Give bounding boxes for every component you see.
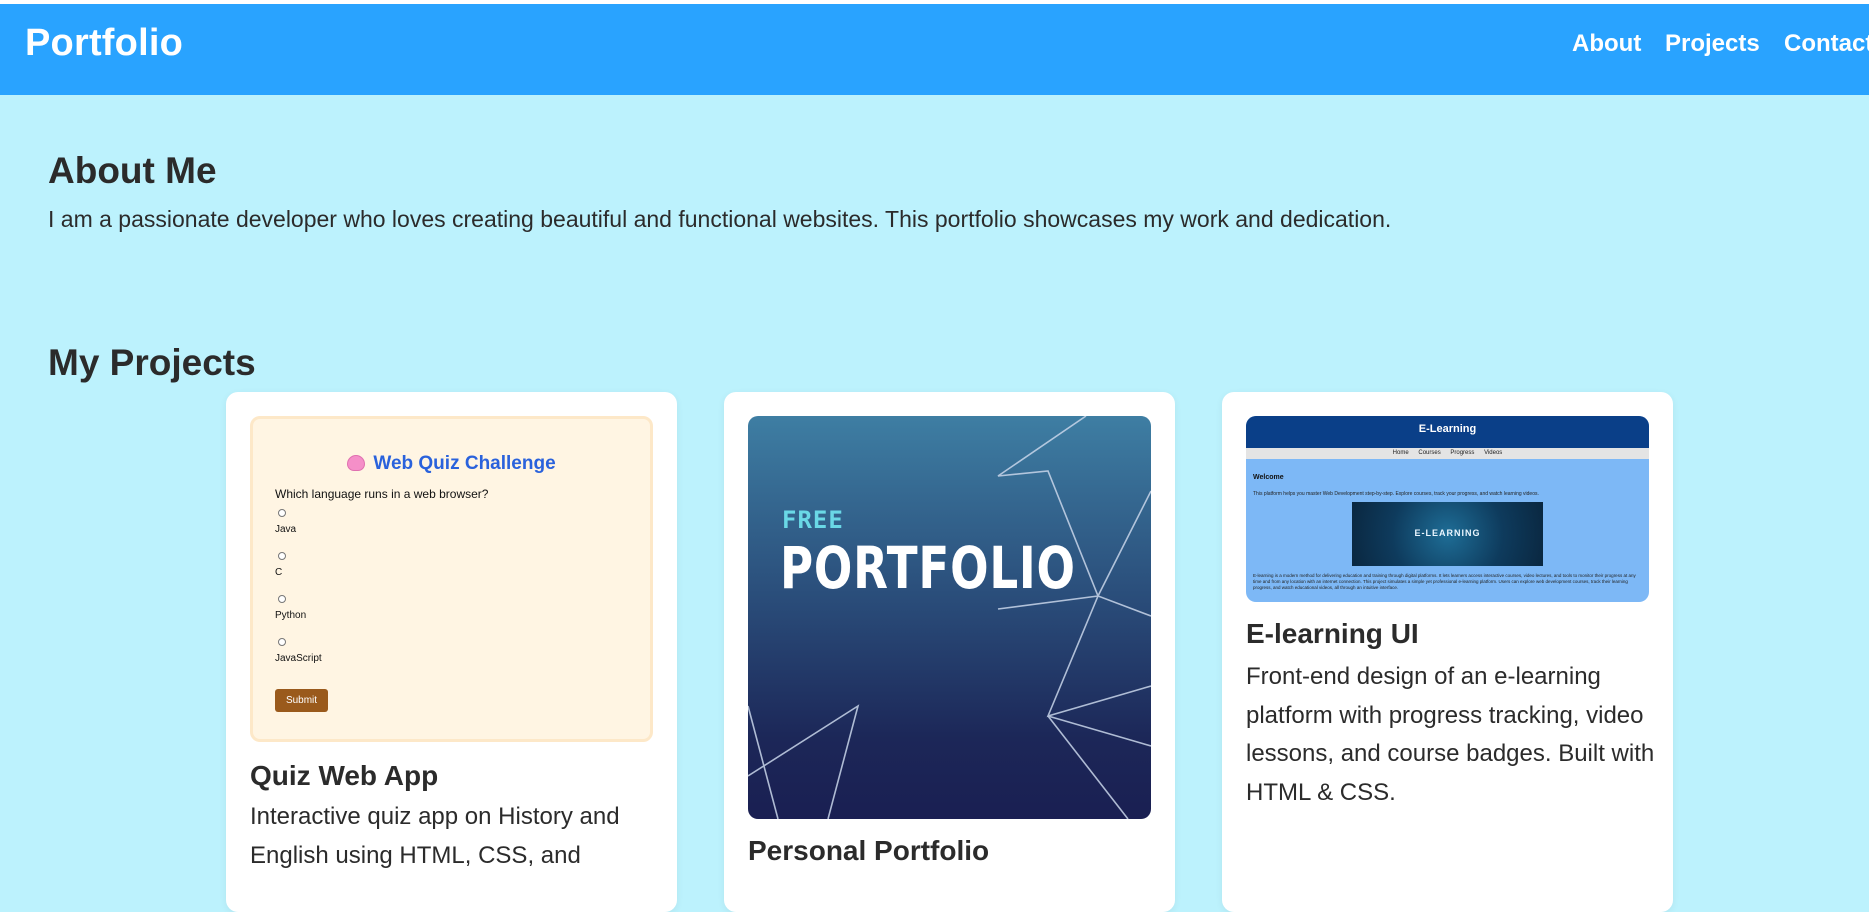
elearning-header: E-Learning — [1246, 416, 1649, 448]
project-card-portfolio[interactable]: FREE PORTFOLIO Personal Portfolio — [724, 392, 1175, 912]
elearning-thumbnail: E-Learning Home Courses Progress Videos … — [1246, 416, 1649, 602]
elearning-paragraph: E-learning is a modern method for delive… — [1253, 573, 1636, 590]
card-title: E-learning UI — [1246, 618, 1419, 649]
quiz-submit-button: Submit — [275, 689, 328, 712]
project-card-quiz[interactable]: Web Quiz Challenge Which language runs i… — [226, 392, 677, 912]
portfolio-free-text: FREE — [782, 506, 844, 534]
radio-icon — [278, 509, 286, 517]
card-title: Personal Portfolio — [748, 835, 990, 866]
about-text: I am a passionate developer who loves cr… — [48, 206, 1392, 232]
quiz-option-label: C — [275, 567, 283, 578]
nav-link-projects[interactable]: Projects — [1665, 30, 1760, 58]
card-title: Quiz Web App — [250, 760, 439, 791]
elearning-nav-item: Home — [1392, 450, 1409, 456]
quiz-heading-text: Web Quiz Challenge — [373, 453, 556, 474]
elearning-nav-item: Videos — [1484, 450, 1503, 456]
radio-icon — [278, 595, 286, 603]
projects-title: My Projects — [48, 342, 256, 383]
about-title: About Me — [48, 150, 217, 191]
radio-icon — [278, 552, 286, 560]
nav-link-contact[interactable]: Contact — [1784, 30, 1869, 58]
portfolio-thumbnail: FREE PORTFOLIO — [748, 416, 1151, 819]
quiz-thumbnail: Web Quiz Challenge Which language runs i… — [250, 416, 653, 742]
elearning-intro: This platform helps you master Web Devel… — [1253, 491, 1539, 497]
quiz-question: Which language runs in a web browser? — [275, 487, 489, 501]
brand-logo[interactable]: Portfolio — [25, 22, 183, 65]
elearning-header-title: E-Learning — [1418, 423, 1477, 435]
quiz-option: Python — [275, 595, 306, 621]
portfolio-big-text: PORTFOLIO — [780, 534, 1076, 602]
nav-link-about[interactable]: About — [1572, 30, 1641, 58]
elearning-nav-item: Progress — [1450, 450, 1475, 456]
radio-icon — [278, 638, 286, 646]
elearning-banner: E-LEARNING — [1352, 502, 1543, 566]
quiz-option: C — [275, 552, 286, 578]
navbar: Portfolio About Projects Contact — [0, 4, 1869, 95]
elearning-nav-item: Courses — [1418, 450, 1441, 456]
geometric-lines — [748, 416, 1151, 819]
quiz-option-label: Python — [275, 610, 307, 621]
card-description: Front-end design of an e-learning platfo… — [1246, 663, 1655, 806]
elearning-welcome: Welcome — [1253, 474, 1284, 481]
quiz-option-label: Java — [275, 524, 297, 535]
elearning-nav: Home Courses Progress Videos — [1246, 448, 1649, 459]
card-description: Interactive quiz app on History and Engl… — [250, 803, 620, 869]
elearning-banner-text: E-LEARNING — [1414, 528, 1481, 538]
quiz-option: Java — [275, 509, 296, 535]
quiz-option: JavaScript — [275, 638, 322, 664]
brain-icon — [347, 455, 366, 471]
project-card-elearning[interactable]: E-Learning Home Courses Progress Videos … — [1222, 392, 1673, 912]
quiz-option-label: JavaScript — [275, 653, 322, 664]
quiz-thumbnail-heading: Web Quiz Challenge — [253, 453, 650, 475]
